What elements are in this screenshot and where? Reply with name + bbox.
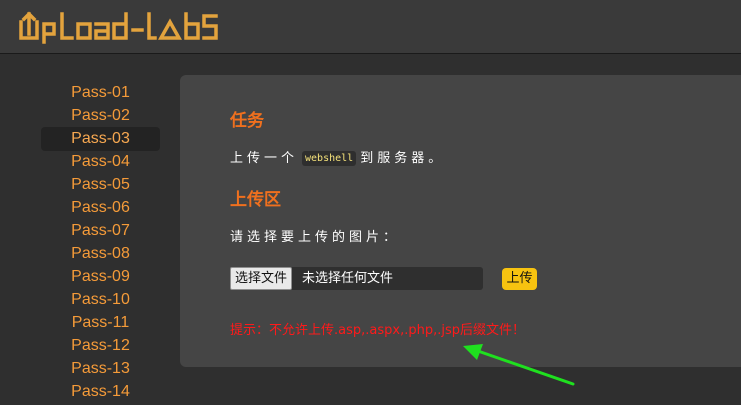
- task-title: 任务: [230, 111, 264, 131]
- annotation-arrow-icon: [463, 344, 575, 386]
- sidebar-item-pass-01[interactable]: Pass-01: [41, 81, 160, 105]
- sidebar-item-pass-11[interactable]: Pass-11: [41, 311, 160, 335]
- sidebar-item-pass-05[interactable]: Pass-05: [41, 173, 160, 197]
- sidebar-item-pass-02[interactable]: Pass-02: [41, 104, 160, 128]
- task-text-before: 上传一个: [230, 151, 299, 166]
- sidebar-item-pass-10[interactable]: Pass-10: [41, 288, 160, 312]
- file-status-text: 未选择任何文件: [302, 271, 394, 286]
- main-panel: 任务 上传一个 webshell 到服务器。 上传区 请选择要上传的图片： 选择文件…: [180, 75, 741, 367]
- upload-button[interactable]: 上传: [502, 268, 537, 290]
- upload-labs-logo[interactable]: [18, 8, 248, 44]
- sidebar-item-pass-07[interactable]: Pass-07: [41, 219, 160, 243]
- task-text-after: 到服务器。: [360, 151, 446, 166]
- sidebar-item-pass-04[interactable]: Pass-04: [41, 150, 160, 174]
- sidebar-item-pass-13[interactable]: Pass-13: [41, 357, 160, 381]
- webshell-code: webshell: [302, 151, 357, 166]
- sidebar-item-pass-06[interactable]: Pass-06: [41, 196, 160, 220]
- choose-file-button[interactable]: 选择文件: [230, 267, 293, 290]
- top-header: [0, 0, 741, 54]
- task-description: 上传一个 webshell 到服务器。: [230, 147, 445, 166]
- sidebar-nav: Pass-01 Pass-02 Pass-03 Pass-04 Pass-05 …: [0, 55, 172, 405]
- sidebar-item-pass-09[interactable]: Pass-09: [41, 265, 160, 289]
- sidebar-item-pass-14[interactable]: Pass-14: [41, 380, 160, 404]
- sidebar-item-pass-12[interactable]: Pass-12: [41, 334, 160, 358]
- sidebar-item-pass-08[interactable]: Pass-08: [41, 242, 160, 266]
- file-input[interactable]: 选择文件 未选择任何文件: [230, 267, 483, 290]
- upload-prompt: 请选择要上传的图片：: [230, 230, 401, 245]
- error-message: 提示：不允许上传.asp,.aspx,.php,.jsp后缀文件！: [230, 323, 525, 338]
- sidebar-item-pass-03[interactable]: Pass-03: [41, 127, 160, 151]
- upload-area-title: 上传区: [230, 190, 281, 210]
